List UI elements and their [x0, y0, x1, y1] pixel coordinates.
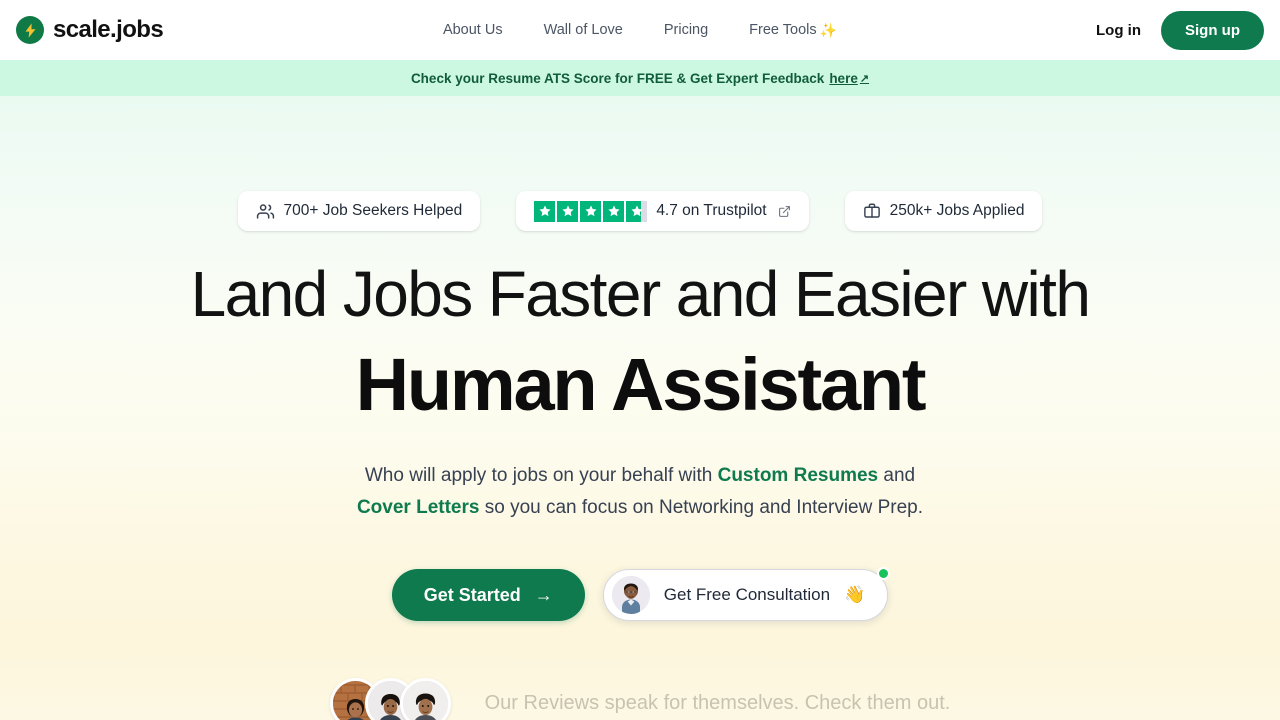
nav-label: Wall of Love [543, 22, 623, 38]
nav-label: About Us [442, 22, 503, 38]
announcement-banner[interactable]: Check your Resume ATS Score for FREE & G… [0, 60, 1280, 96]
nav-item-about-us[interactable]: About Us [443, 22, 503, 38]
page-title-line1: Land Jobs Faster and Easier with [190, 258, 1091, 330]
star-partial [626, 200, 648, 222]
stat-badges: 700+ Job Seekers Helped 4.7 on Trustpilo… [237, 191, 1043, 231]
arrow-up-right-icon: ↗ [859, 72, 870, 85]
main-nav: About Us Wall of Love Pricing Free Tools… [316, 22, 964, 39]
nav-item-pricing[interactable]: Pricing [664, 22, 708, 38]
status-badge [877, 567, 891, 580]
reviewer-avatars [329, 678, 451, 720]
banner-link-label: here [829, 70, 858, 86]
banner-here-link[interactable]: here ↗ [829, 71, 869, 86]
trustpilot-stars-icon [534, 200, 648, 222]
subtitle-highlight-cover-letters: Cover Letters [356, 497, 480, 518]
nav-item-free-tools[interactable]: Free Tools ✨ [749, 22, 837, 39]
badge-job-seekers: 700+ Job Seekers Helped [237, 191, 481, 231]
login-link[interactable]: Log in [1096, 22, 1141, 39]
banner-content: Check your Resume ATS Score for FREE & G… [411, 71, 869, 86]
badge-label: 250k+ Jobs Applied [889, 202, 1025, 219]
nav-item-wall-of-love[interactable]: Wall of Love [544, 22, 623, 38]
consultant-avatar [611, 576, 650, 614]
cta-secondary-label: Get Free Consultation [663, 585, 831, 604]
nav-label: Free Tools [749, 22, 817, 38]
subtitle-highlight-resumes: Custom Resumes [717, 465, 879, 486]
logo-text: scale.jobs [53, 16, 164, 43]
star-full [580, 200, 602, 222]
signup-button[interactable]: Sign up [1161, 10, 1264, 50]
site-header: scale.jobs About Us Wall of Love Pricing… [0, 0, 1280, 60]
auth-actions: Log in Sign up [964, 10, 1264, 50]
reviews-text: Our Reviews speak for themselves. Check … [484, 692, 951, 714]
hero-subtitle: Who will apply to jobs on your behalf wi… [357, 460, 923, 524]
get-free-consultation-button[interactable]: Get Free Consultation 👋 [602, 567, 891, 621]
cta-primary-label: Get Started [423, 584, 521, 605]
sparkles-icon: ✨ [819, 21, 838, 38]
external-link-icon [778, 205, 791, 218]
cta-row: Get Started → Get Free Consultation 👋 [391, 567, 891, 621]
badge-trustpilot[interactable]: 4.7 on Trustpilot [516, 191, 809, 231]
banner-message: Check your Resume ATS Score for FREE & G… [410, 70, 825, 86]
page-title-line2: Human Assistant [355, 343, 927, 426]
briefcase-icon [863, 202, 881, 220]
subtitle-part2: and [878, 465, 916, 486]
lightning-bolt-icon [16, 16, 44, 44]
star-full [534, 200, 556, 222]
subtitle-part3: so you can focus on Networking and Inter… [479, 497, 924, 518]
badge-jobs-applied: 250k+ Jobs Applied [844, 191, 1043, 231]
reviews-teaser[interactable]: Our Reviews speak for themselves. Check … [329, 678, 951, 720]
subtitle-part1: Who will apply to jobs on your behalf wi… [364, 465, 718, 486]
avatar [399, 678, 451, 720]
nav-label: Pricing [663, 22, 709, 38]
logo[interactable]: scale.jobs [16, 16, 316, 44]
waving-hand-icon: 👋 [844, 585, 866, 604]
star-full [557, 200, 579, 222]
users-icon [256, 202, 275, 221]
get-started-button[interactable]: Get Started → [391, 569, 585, 621]
badge-label: 700+ Job Seekers Helped [283, 202, 463, 219]
arrow-right-icon: → [534, 584, 553, 605]
hero-section: 700+ Job Seekers Helped 4.7 on Trustpilo… [0, 96, 1280, 720]
badge-label: 4.7 on Trustpilot [656, 202, 767, 219]
star-full [603, 200, 625, 222]
